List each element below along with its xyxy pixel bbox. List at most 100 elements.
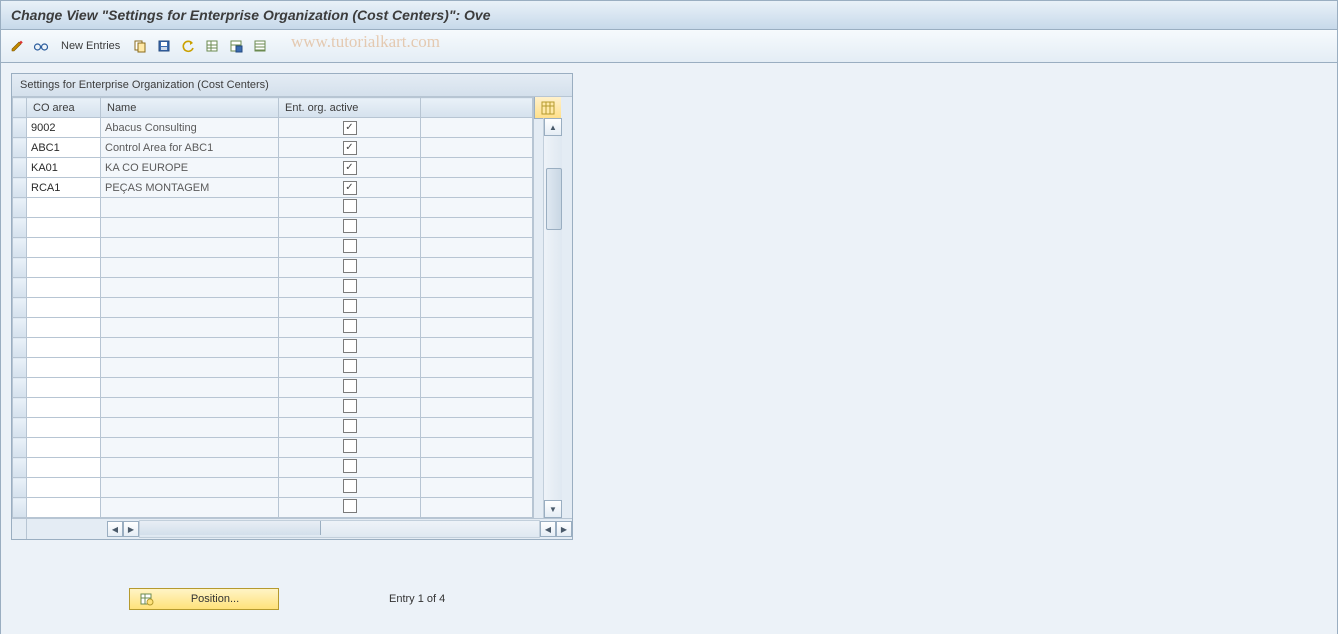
cell-co-area[interactable] — [27, 218, 101, 238]
checkbox[interactable] — [343, 499, 357, 513]
cell-ent-active[interactable] — [279, 318, 421, 338]
checkbox[interactable] — [343, 339, 357, 353]
cell-ent-active[interactable] — [279, 498, 421, 518]
row-selector[interactable] — [13, 158, 27, 178]
column-header-ent-active[interactable]: Ent. org. active — [279, 98, 421, 118]
column-header-name[interactable]: Name — [101, 98, 279, 118]
cell-co-area[interactable] — [27, 258, 101, 278]
cell-ent-active[interactable] — [279, 338, 421, 358]
cell-ent-active[interactable]: ✓ — [279, 118, 421, 138]
cell-ent-active[interactable]: ✓ — [279, 178, 421, 198]
hscroll-thumb[interactable] — [140, 521, 321, 535]
checkbox[interactable] — [343, 259, 357, 273]
cell-ent-active[interactable] — [279, 418, 421, 438]
row-selector[interactable] — [13, 498, 27, 518]
checkbox[interactable] — [343, 199, 357, 213]
checkbox[interactable] — [343, 479, 357, 493]
row-selector[interactable] — [13, 218, 27, 238]
select-block-button[interactable] — [226, 36, 246, 56]
undo-button[interactable] — [178, 36, 198, 56]
cell-ent-active[interactable] — [279, 198, 421, 218]
cell-co-area[interactable] — [27, 378, 101, 398]
hscroll-left-button[interactable]: ◀ — [107, 521, 123, 537]
row-selector[interactable] — [13, 258, 27, 278]
cell-co-area[interactable]: RCA1 — [27, 178, 101, 198]
cell-ent-active[interactable] — [279, 278, 421, 298]
cell-co-area[interactable] — [27, 198, 101, 218]
checkbox[interactable] — [343, 399, 357, 413]
cell-co-area[interactable] — [27, 298, 101, 318]
cell-co-area[interactable] — [27, 318, 101, 338]
row-selector[interactable] — [13, 438, 27, 458]
cell-co-area[interactable] — [27, 458, 101, 478]
row-selector[interactable] — [13, 198, 27, 218]
cell-ent-active[interactable] — [279, 238, 421, 258]
checkbox[interactable]: ✓ — [343, 181, 357, 195]
row-selector[interactable] — [13, 478, 27, 498]
column-header-co-area[interactable]: CO area — [27, 98, 101, 118]
row-selector-header[interactable] — [13, 98, 27, 118]
cell-co-area[interactable] — [27, 358, 101, 378]
position-button[interactable]: Position... — [129, 588, 279, 610]
row-selector[interactable] — [13, 378, 27, 398]
checkbox[interactable] — [343, 379, 357, 393]
toggle-change-button[interactable] — [7, 36, 27, 56]
deselect-all-button[interactable] — [250, 36, 270, 56]
cell-ent-active[interactable]: ✓ — [279, 138, 421, 158]
checkbox[interactable] — [343, 359, 357, 373]
row-selector[interactable] — [13, 138, 27, 158]
checkbox[interactable] — [343, 319, 357, 333]
cell-ent-active[interactable] — [279, 398, 421, 418]
hscroll-right2-button[interactable]: ▶ — [556, 521, 572, 537]
checkbox[interactable]: ✓ — [343, 121, 357, 135]
checkbox[interactable] — [343, 419, 357, 433]
hscroll-track[interactable] — [139, 520, 540, 538]
copy-as-button[interactable] — [130, 36, 150, 56]
row-selector[interactable] — [13, 458, 27, 478]
row-selector[interactable] — [13, 398, 27, 418]
row-selector[interactable] — [13, 278, 27, 298]
checkbox[interactable] — [343, 439, 357, 453]
row-selector[interactable] — [13, 358, 27, 378]
checkbox[interactable] — [343, 239, 357, 253]
vertical-scrollbar[interactable]: ▲ ▼ — [543, 118, 562, 518]
cell-ent-active[interactable] — [279, 358, 421, 378]
cell-ent-active[interactable] — [279, 218, 421, 238]
cell-co-area[interactable] — [27, 478, 101, 498]
select-all-button[interactable] — [202, 36, 222, 56]
cell-ent-active[interactable] — [279, 258, 421, 278]
cell-co-area[interactable] — [27, 338, 101, 358]
cell-co-area[interactable]: KA01 — [27, 158, 101, 178]
hscroll-left2-button[interactable]: ◀ — [540, 521, 556, 537]
checkbox[interactable] — [343, 299, 357, 313]
cell-ent-active[interactable] — [279, 378, 421, 398]
delete-button[interactable] — [154, 36, 174, 56]
row-selector[interactable] — [13, 118, 27, 138]
cell-ent-active[interactable] — [279, 298, 421, 318]
cell-co-area[interactable] — [27, 238, 101, 258]
checkbox[interactable] — [343, 219, 357, 233]
checkbox[interactable] — [343, 459, 357, 473]
hscroll-right-button[interactable]: ▶ — [123, 521, 139, 537]
cell-co-area[interactable]: ABC1 — [27, 138, 101, 158]
checkbox[interactable] — [343, 279, 357, 293]
scroll-thumb[interactable] — [546, 168, 562, 230]
row-selector[interactable] — [13, 298, 27, 318]
scroll-down-button[interactable]: ▼ — [544, 500, 562, 518]
cell-co-area[interactable] — [27, 438, 101, 458]
row-selector[interactable] — [13, 178, 27, 198]
cell-ent-active[interactable] — [279, 438, 421, 458]
cell-co-area[interactable] — [27, 418, 101, 438]
cell-ent-active[interactable] — [279, 458, 421, 478]
cell-co-area[interactable] — [27, 278, 101, 298]
new-entries-button[interactable]: New Entries — [55, 36, 126, 56]
cell-ent-active[interactable]: ✓ — [279, 158, 421, 178]
table-settings-button[interactable] — [534, 97, 561, 119]
cell-co-area[interactable] — [27, 398, 101, 418]
cell-co-area[interactable] — [27, 498, 101, 518]
row-selector[interactable] — [13, 318, 27, 338]
row-selector[interactable] — [13, 238, 27, 258]
row-selector[interactable] — [13, 418, 27, 438]
checkbox[interactable]: ✓ — [343, 161, 357, 175]
cell-co-area[interactable]: 9002 — [27, 118, 101, 138]
